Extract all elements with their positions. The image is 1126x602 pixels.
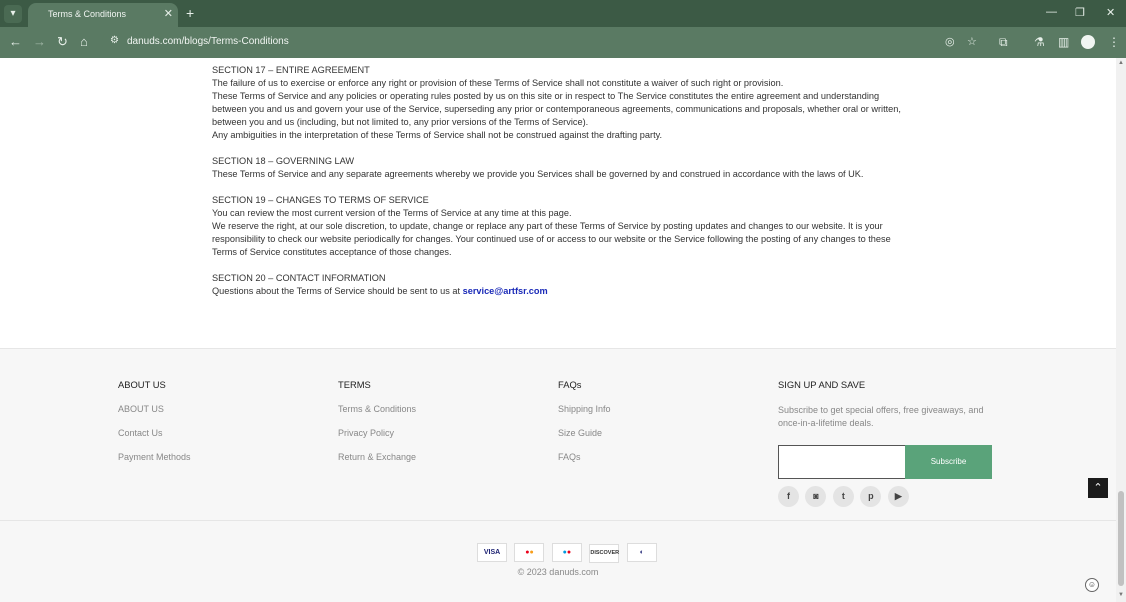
twitter-icon[interactable]: t (832, 486, 854, 507)
maestro-icon: ●● (551, 543, 582, 562)
payment-icons: VISA ●● ●● DISCOVER ◐ (477, 541, 660, 563)
profile-avatar[interactable] (1081, 35, 1095, 49)
visa-icon: VISA (477, 543, 507, 562)
footer-link-about-us[interactable]: ABOUT US (118, 404, 191, 414)
section-line: The failure of us to exercise or enforce… (212, 78, 784, 88)
section-20: SECTION 20 – CONTACT INFORMATION Questio… (212, 272, 912, 298)
youtube-icon[interactable]: ▶ (887, 486, 909, 507)
footer-heading: SIGN UP AND SAVE (778, 379, 866, 390)
footer-column-faqs: FAQs Shipping Info Size Guide FAQs (558, 379, 611, 476)
section-line: Terms of Service constitutes acceptance … (212, 247, 452, 257)
back-icon[interactable]: ← (9, 34, 22, 50)
forward-icon[interactable]: → (33, 34, 46, 50)
star-icon[interactable]: ☆ (967, 35, 977, 48)
footer-heading: ABOUT US (118, 379, 166, 390)
close-window-button[interactable]: ✕ (1106, 6, 1115, 19)
footer-link-size-guide[interactable]: Size Guide (558, 428, 611, 438)
scrollbar-thumb[interactable] (1118, 491, 1124, 586)
close-icon[interactable]: ✕ (164, 7, 173, 20)
footer-heading: FAQs (558, 379, 582, 390)
new-tab-button[interactable]: + (186, 5, 194, 21)
section-line: Questions about the Terms of Service sho… (212, 285, 912, 298)
footer-link-terms[interactable]: Terms & Conditions (338, 404, 416, 414)
restore-button[interactable]: ❐ (1075, 6, 1085, 19)
instagram-icon[interactable]: ◙ (805, 486, 827, 507)
section-heading: SECTION 19 – CHANGES TO TERMS OF SERVICE (212, 195, 429, 205)
url-text[interactable]: danuds.com/blogs/Terms-Conditions (127, 36, 289, 47)
minimize-button[interactable]: — (1046, 6, 1057, 18)
terms-content: SECTION 17 – ENTIRE AGREEMENT The failur… (212, 64, 912, 311)
home-icon[interactable]: ⌂ (80, 34, 88, 50)
extensions-icon[interactable]: ⧉ (999, 35, 1008, 50)
section-line: between you and us (including, but not l… (212, 117, 589, 127)
footer-link-privacy[interactable]: Privacy Policy (338, 428, 416, 438)
diners-club-icon: ◐ (626, 543, 657, 562)
footer-link-shipping[interactable]: Shipping Info (558, 404, 611, 414)
section-heading: SECTION 18 – GOVERNING LAW (212, 156, 355, 166)
back-to-top-button[interactable]: ⌃ (1088, 478, 1108, 498)
section-17: SECTION 17 – ENTIRE AGREEMENT The failur… (212, 64, 912, 142)
footer-link-contact-us[interactable]: Contact Us (118, 428, 191, 438)
menu-icon[interactable]: ⋮ (1108, 35, 1120, 49)
copyright-text: © 2023 danuds.com (517, 567, 599, 577)
side-panel-icon[interactable]: ▥ (1058, 35, 1069, 49)
vertical-scrollbar[interactable]: ▲ ▼ (1116, 58, 1126, 602)
eye-off-icon[interactable]: ◎ (945, 35, 955, 48)
lab-icon[interactable]: ⚗ (1034, 35, 1045, 49)
reload-icon[interactable]: ↻ (57, 34, 68, 50)
facebook-icon[interactable]: f (778, 486, 799, 507)
scroll-down-icon[interactable]: ▼ (1118, 592, 1124, 598)
browser-toolbar: ← → ↻ ⌂ ⚙ danuds.com/blogs/Terms-Conditi… (0, 27, 1126, 58)
section-line: We reserve the right, at our sole discre… (212, 221, 883, 231)
subscribe-button[interactable]: Subscribe (905, 445, 992, 479)
footer-link-return[interactable]: Return & Exchange (338, 452, 416, 462)
footer-heading: TERMS (338, 379, 371, 390)
section-line: between you and us and govern your use o… (212, 104, 901, 114)
section-18: SECTION 18 – GOVERNING LAW These Terms o… (212, 155, 912, 181)
signup-description: Subscribe to get special offers, free gi… (778, 405, 984, 428)
discover-icon: DISCOVER (589, 544, 620, 563)
section-line: responsibility to check our website peri… (212, 234, 891, 244)
section-heading: SECTION 20 – CONTACT INFORMATION (212, 273, 386, 283)
section-line: Any ambiguities in the interpretation of… (212, 130, 663, 140)
tab-strip: ▾ Terms & Conditions ✕ + — ❐ ✕ (0, 0, 1126, 27)
accessibility-icon[interactable]: ☺ (1085, 578, 1099, 592)
address-bar[interactable]: ⚙ danuds.com/blogs/Terms-Conditions ◎ ☆ (102, 30, 992, 54)
footer-column-signup: SIGN UP AND SAVE Subscribe to get specia… (778, 379, 998, 519)
section-line: These Terms of Service and any separate … (212, 169, 864, 179)
page-content: SECTION 17 – ENTIRE AGREEMENT The failur… (0, 58, 1116, 602)
mastercard-icon: ●● (514, 543, 545, 562)
section-line: These Terms of Service and any policies … (212, 91, 880, 101)
footer-column-about: ABOUT US ABOUT US Contact Us Payment Met… (118, 379, 191, 476)
tab-search-button[interactable]: ▾ (4, 5, 22, 23)
footer-link-faqs[interactable]: FAQs (558, 452, 611, 462)
social-links: f ◙ t p ▶ (778, 486, 911, 507)
scroll-up-icon[interactable]: ▲ (1118, 60, 1124, 66)
pinterest-icon[interactable]: p (860, 486, 882, 507)
section-19: SECTION 19 – CHANGES TO TERMS OF SERVICE… (212, 194, 912, 259)
contact-text: Questions about the Terms of Service sho… (212, 286, 461, 296)
tab-active[interactable]: Terms & Conditions ✕ (28, 3, 178, 27)
site-info-icon[interactable]: ⚙ (110, 35, 119, 46)
newsletter-email-input[interactable] (778, 445, 906, 479)
footer: ABOUT US ABOUT US Contact Us Payment Met… (0, 348, 1116, 520)
footer-link-payment-methods[interactable]: Payment Methods (118, 452, 191, 462)
contact-email-link[interactable]: service@artfsr.com (463, 286, 548, 296)
footer-column-terms: TERMS Terms & Conditions Privacy Policy … (338, 379, 416, 476)
footer-bottom: VISA ●● ●● DISCOVER ◐ © 2023 danuds.com … (0, 520, 1116, 602)
tab-title: Terms & Conditions (48, 9, 127, 19)
section-line: You can review the most current version … (212, 208, 572, 218)
section-heading: SECTION 17 – ENTIRE AGREEMENT (212, 65, 370, 75)
